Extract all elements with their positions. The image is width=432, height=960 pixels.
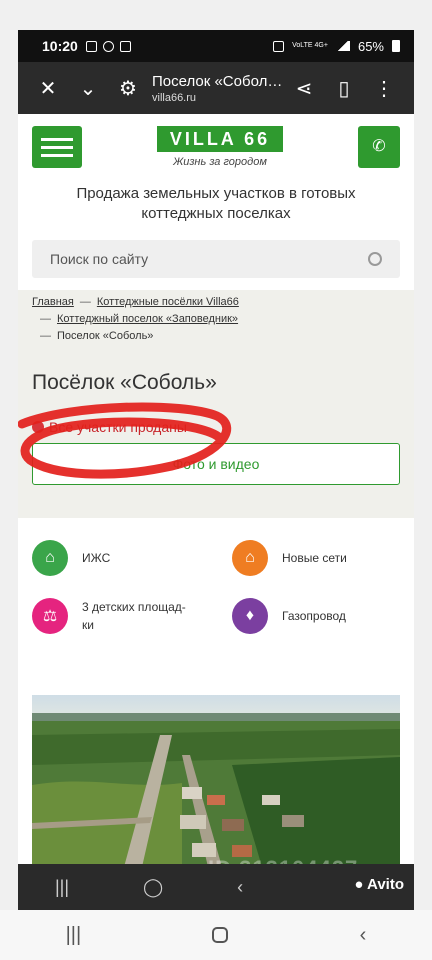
house-plug-icon: ⌂ xyxy=(232,540,268,576)
search-placeholder: Поиск по сайту xyxy=(50,251,149,267)
feature-label: Новые сети xyxy=(282,551,347,565)
page-title: Поселок «Собол… xyxy=(152,72,283,90)
phone-screen: 10:20 VoLTE 4G+ 65% ✕ ⌄ ⚙ Поселок «Собол… xyxy=(18,30,414,910)
feature-izhs: ⌂ ИЖС xyxy=(32,540,110,576)
features-grid: ⌂ ИЖС ⌂ Новые сети ⚖ 3 детских площад- к… xyxy=(18,518,414,668)
web-page: VILLA 66 Жизнь за городом ✆ Продажа земе… xyxy=(18,114,414,864)
feature-label: ИЖС xyxy=(82,551,111,565)
photo-video-button[interactable]: Фото и видео xyxy=(32,443,400,485)
logo-subtitle: Жизнь за городом xyxy=(173,156,267,168)
status-bar: 10:20 VoLTE 4G+ 65% xyxy=(18,30,414,62)
back-icon[interactable]: ‹ xyxy=(237,877,243,898)
alarm-icon xyxy=(273,40,285,52)
more-vert-icon[interactable]: ⋮ xyxy=(364,76,404,101)
flame-icon: ♦ xyxy=(232,598,268,634)
share-icon[interactable]: ⋖ xyxy=(284,76,324,101)
page-heading: Посёлок «Соболь» xyxy=(32,371,217,394)
page-info[interactable]: Поселок «Собол… villa66.ru xyxy=(148,73,284,104)
cloud-icon xyxy=(102,40,114,52)
house-field-icon: ⌂ xyxy=(32,540,68,576)
network-indicator: VoLTE 4G+ xyxy=(292,42,328,49)
feature-label: 3 детских площад- ки xyxy=(82,600,186,632)
site-logo[interactable]: VILLA 66 Жизнь за городом xyxy=(157,126,283,168)
status-dot-icon xyxy=(32,421,44,433)
tune-icon[interactable]: ⚙ xyxy=(108,76,148,101)
close-icon[interactable]: ✕ xyxy=(28,76,68,101)
status-badge: Все участки проданы xyxy=(32,419,400,435)
status-text: Все участки проданы xyxy=(49,419,187,435)
site-header: VILLA 66 Жизнь за городом ✆ xyxy=(18,114,414,184)
clock: 10:20 xyxy=(42,38,78,54)
aerial-village-photo[interactable] xyxy=(32,695,400,864)
feature-gas: ♦ Газопровод xyxy=(232,598,346,634)
lock-icon xyxy=(119,40,131,52)
browser-toolbar: ✕ ⌄ ⚙ Поселок «Собол… villa66.ru ⋖ ▯ ⋮ xyxy=(18,62,414,114)
home-icon[interactable]: ◯ xyxy=(143,877,163,898)
page-url: villa66.ru xyxy=(152,91,197,104)
search-input[interactable]: Поиск по сайту xyxy=(32,240,400,278)
system-nav-bar: ||| ‹ xyxy=(0,910,432,960)
feature-label: Газопровод xyxy=(282,609,346,623)
call-button[interactable]: ✆ xyxy=(358,126,400,168)
battery-percent: 65% xyxy=(357,38,384,54)
recents-icon[interactable]: ||| xyxy=(66,924,82,947)
feature-networks: ⌂ Новые сети xyxy=(232,540,347,576)
phone-icon: ✆ xyxy=(372,138,386,155)
menu-button[interactable] xyxy=(32,126,82,168)
home-icon[interactable] xyxy=(212,927,229,943)
back-icon[interactable]: ‹ xyxy=(360,924,367,947)
breadcrumb-villages[interactable]: Коттеджные посёлки Villa66 xyxy=(97,296,239,308)
chevron-down-icon[interactable]: ⌄ xyxy=(68,76,108,101)
breadcrumb-current: Поселок «Соболь» xyxy=(57,330,154,342)
seesaw-icon: ⚖ xyxy=(32,598,68,634)
site-tagline: Продажа земельных участков в готовых кот… xyxy=(76,185,356,222)
signal-icon xyxy=(335,41,350,51)
search-icon[interactable] xyxy=(368,252,382,266)
avito-text: Avito xyxy=(367,876,404,893)
recents-icon[interactable]: ||| xyxy=(55,877,69,898)
logo-text: VILLA 66 xyxy=(157,126,283,152)
content-block: Главная — Коттеджные посёлки Villa66 — Котт… xyxy=(18,290,414,518)
battery-icon xyxy=(392,40,400,52)
notification-check-icon xyxy=(85,40,97,52)
breadcrumb-home[interactable]: Главная xyxy=(32,296,74,308)
avito-logo: ● Avito xyxy=(354,876,404,893)
feature-playgrounds: ⚖ 3 детских площад- ки xyxy=(32,598,186,634)
breadcrumb-zapovednik[interactable]: Коттеджный поселок «Заповедник» xyxy=(57,313,238,325)
bookmark-icon[interactable]: ▯ xyxy=(324,76,364,101)
breadcrumb: Главная — Коттеджные посёлки Villa66 — Котт… xyxy=(32,296,239,342)
